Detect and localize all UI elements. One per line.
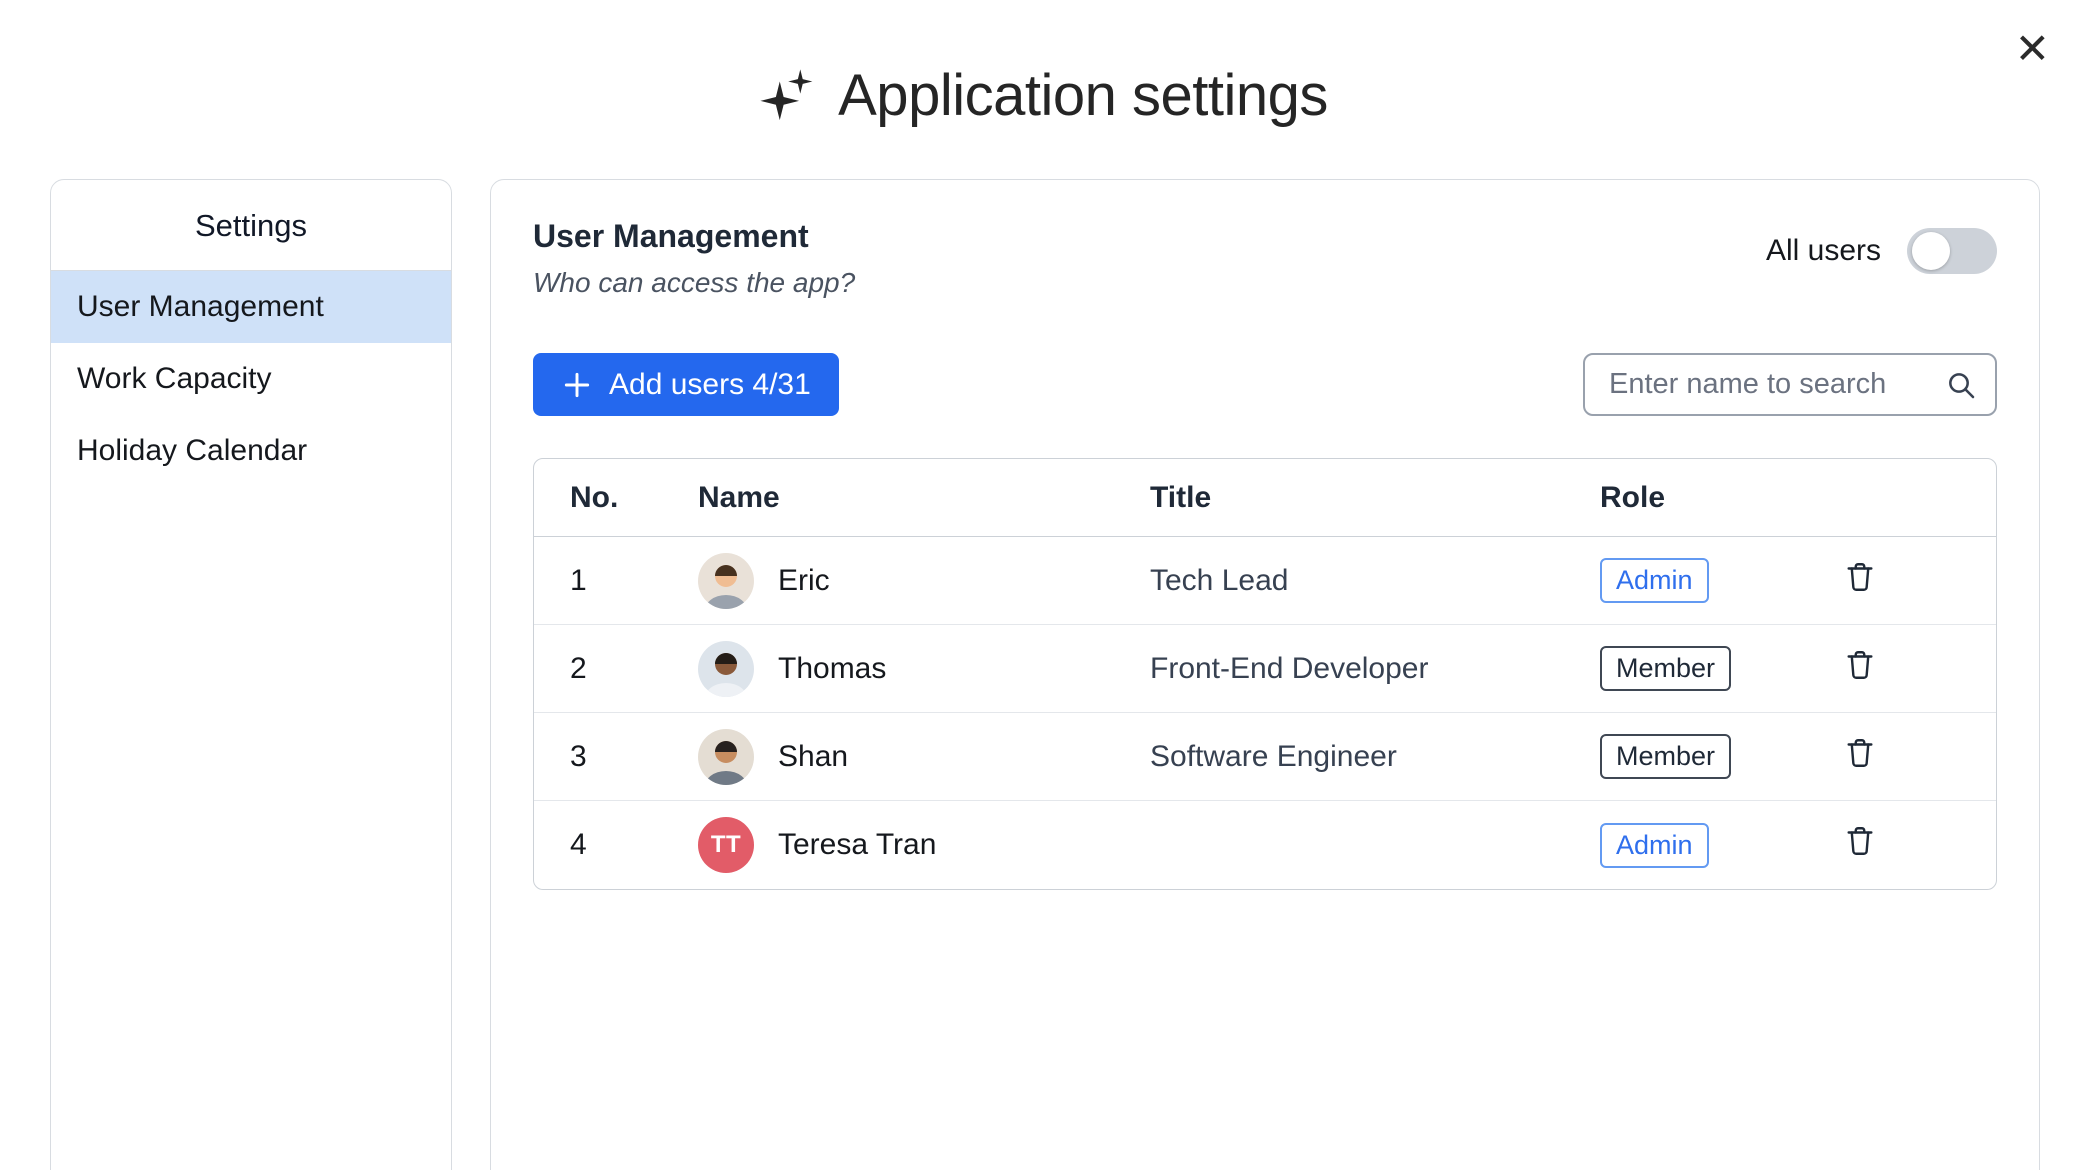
content: Settings User Management Work Capacity H…: [0, 179, 2086, 1170]
avatar: [698, 641, 754, 697]
delete-user-button[interactable]: [1843, 822, 1879, 860]
role-badge[interactable]: Admin: [1600, 823, 1709, 868]
delete-user-button[interactable]: [1843, 734, 1879, 772]
user-name: Shan: [778, 740, 848, 774]
user-name: Teresa Tran: [778, 828, 936, 862]
add-users-label: Add users 4/31: [609, 368, 811, 402]
user-management-panel: User Management Who can access the app? …: [490, 179, 2040, 1170]
trash-icon: [1843, 559, 1877, 595]
search-input[interactable]: [1609, 368, 1945, 401]
row-number: 3: [570, 740, 698, 774]
table-row: 4 TT Teresa Tran Admin: [534, 801, 1996, 889]
panel-title: User Management: [533, 218, 855, 255]
header-name: Name: [698, 481, 1150, 515]
settings-sidebar: Settings User Management Work Capacity H…: [50, 179, 452, 1170]
role-badge[interactable]: Member: [1600, 734, 1731, 779]
avatar: [698, 553, 754, 609]
search-icon[interactable]: [1945, 369, 1977, 401]
all-users-toggle[interactable]: [1907, 228, 1997, 274]
avatar: TT: [698, 817, 754, 873]
header-no: No.: [570, 481, 698, 515]
plus-icon: [561, 369, 593, 401]
role-badge[interactable]: Admin: [1600, 558, 1709, 603]
sidebar-heading: Settings: [51, 208, 451, 271]
row-number: 2: [570, 652, 698, 686]
app-header: Application settings: [0, 62, 2086, 129]
panel-subtitle: Who can access the app?: [533, 267, 855, 299]
add-users-button[interactable]: Add users 4/31: [533, 353, 839, 416]
users-table: No. Name Title Role 1: [533, 458, 1997, 890]
table-row: 3 Shan Software Engineer Member: [534, 713, 1996, 801]
close-icon[interactable]: ✕: [2015, 28, 2050, 70]
sidebar-item-user-management[interactable]: User Management: [51, 271, 451, 343]
sidebar-item-work-capacity[interactable]: Work Capacity: [51, 343, 451, 415]
search-box: [1583, 353, 1997, 416]
role-badge[interactable]: Member: [1600, 646, 1731, 691]
header-title: Title: [1150, 481, 1600, 515]
page-title: Application settings: [838, 62, 1328, 129]
table-header: No. Name Title Role: [534, 459, 1996, 537]
row-number: 1: [570, 564, 698, 598]
table-row: 1 Eric Tech Lead Admin: [534, 537, 1996, 625]
row-number: 4: [570, 828, 698, 862]
trash-icon: [1843, 735, 1877, 771]
all-users-label: All users: [1766, 234, 1881, 268]
user-title: Tech Lead: [1150, 564, 1600, 598]
table-row: 2 Thomas Front-End Developer Member: [534, 625, 1996, 713]
trash-icon: [1843, 823, 1877, 859]
delete-user-button[interactable]: [1843, 558, 1879, 596]
delete-user-button[interactable]: [1843, 646, 1879, 684]
user-title: Software Engineer: [1150, 740, 1600, 774]
user-name: Thomas: [778, 652, 886, 686]
header-role: Role: [1600, 481, 1843, 515]
sparkles-icon: [758, 67, 816, 125]
user-title: Front-End Developer: [1150, 652, 1600, 686]
avatar: [698, 729, 754, 785]
toggle-knob: [1912, 232, 1950, 270]
trash-icon: [1843, 647, 1877, 683]
sidebar-item-holiday-calendar[interactable]: Holiday Calendar: [51, 415, 451, 487]
user-name: Eric: [778, 564, 830, 598]
